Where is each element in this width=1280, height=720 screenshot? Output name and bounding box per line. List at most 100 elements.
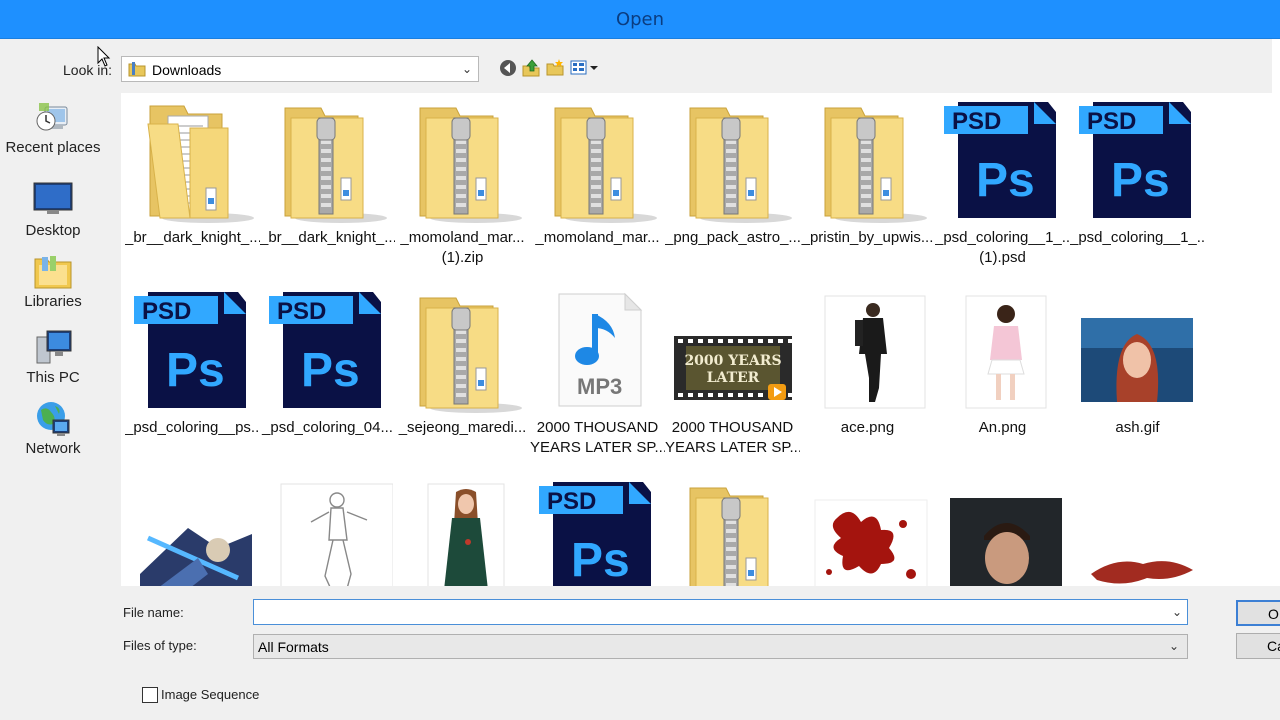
zip-folder-icon <box>668 478 798 586</box>
new-folder-button[interactable] <box>545 58 565 78</box>
psd-file-icon: PSD Ps <box>1073 98 1203 228</box>
file-item[interactable]: _sejeong_maredi... <box>395 288 530 438</box>
zip-folder-icon <box>803 98 933 228</box>
file-item[interactable]: PSD Ps _psd_coloring__1_... <box>1070 98 1205 248</box>
lookin-value: Downloads <box>152 62 222 78</box>
file-item[interactable]: An.png <box>935 288 1070 438</box>
filename-chevron-down-icon[interactable]: ⌄ <box>1168 603 1186 621</box>
file-item[interactable]: MP3 2000 THOUSAND YEARS LATER SP... <box>530 288 665 458</box>
svg-text:Ps: Ps <box>571 534 630 586</box>
zip-folder-icon <box>668 98 798 228</box>
file-item[interactable]: PSD Ps _psd_coloring__ps... <box>125 288 260 438</box>
file-item[interactable] <box>395 478 530 586</box>
svg-text:Ps: Ps <box>1111 154 1170 207</box>
folder-icon <box>128 98 258 228</box>
psd-file-icon: PSD Ps <box>533 478 663 586</box>
file-item[interactable] <box>800 478 935 586</box>
video-file-icon: 2000 YEARS LATER <box>668 288 798 418</box>
file-name: _momoland_mar... <box>535 229 660 246</box>
image-thumbnail-icon <box>128 478 258 586</box>
place-desktop[interactable]: Desktop <box>0 182 106 239</box>
psd-file-icon: PSD Ps <box>938 98 1068 228</box>
svg-text:PSD: PSD <box>1087 108 1136 135</box>
file-name: _br__dark_knight_... <box>125 229 260 246</box>
window-edge <box>1272 39 1280 93</box>
filetype-dropdown[interactable]: All Formats ⌄ <box>253 634 1188 659</box>
file-item[interactable]: _momoland_mar... <box>530 98 665 248</box>
file-item[interactable]: ace.png <box>800 288 935 438</box>
file-name-line2: (1).psd <box>979 249 1026 266</box>
file-item[interactable]: ash.gif <box>1070 288 1205 438</box>
svg-text:LATER: LATER <box>706 370 759 386</box>
svg-text:2000 YEARS: 2000 YEARS <box>684 353 781 369</box>
image-sequence-label: Image Sequence <box>161 687 260 702</box>
file-name: _psd_coloring__1_... <box>935 229 1070 246</box>
image-thumbnail-icon <box>398 478 528 586</box>
place-network[interactable]: Network <box>0 400 106 457</box>
place-label: This PC <box>26 369 80 386</box>
file-item[interactable]: PSD Ps _psd_coloring__1_... (1).psd <box>935 98 1070 268</box>
file-item[interactable] <box>260 478 395 586</box>
cancel-button[interactable]: Cancel <box>1236 633 1280 659</box>
back-arrow-icon <box>500 60 516 76</box>
file-name-line2: (1).zip <box>441 249 484 266</box>
folder-icon <box>128 61 146 77</box>
file-name: _psd_coloring__1_... <box>1070 229 1205 246</box>
up-folder-button[interactable] <box>521 58 541 78</box>
psd-file-icon: PSD Ps <box>263 288 393 418</box>
file-item[interactable]: 2000 YEARS LATER 2000 THOUSAND YEARS LATER … <box>665 288 800 458</box>
file-item[interactable]: _br__dark_knight_... <box>260 98 395 248</box>
file-item[interactable]: _png_pack_astro_... <box>665 98 800 248</box>
file-list[interactable]: _br__dark_knight_... _br__dark_knight_...… <box>121 93 1280 586</box>
image-sequence-checkbox[interactable] <box>142 687 158 703</box>
file-item[interactable] <box>665 478 800 586</box>
svg-text:MP3: MP3 <box>577 374 622 399</box>
network-icon <box>33 400 73 438</box>
new-folder-icon <box>546 59 564 76</box>
places-bar: Recent places Desktop Libraries This PC … <box>0 93 112 493</box>
back-button[interactable] <box>498 58 518 78</box>
title-bar: Open <box>0 0 1280 39</box>
svg-text:PSD: PSD <box>142 298 191 325</box>
file-name: _sejeong_maredi... <box>398 419 527 436</box>
desktop-icon <box>33 182 73 220</box>
this-pc-icon <box>33 329 73 367</box>
up-folder-icon <box>522 59 540 77</box>
chevron-down-icon[interactable]: ⌄ <box>1165 637 1183 655</box>
filetype-value: All Formats <box>258 639 329 655</box>
window-title: Open <box>615 9 665 30</box>
file-name: _br__dark_knight_... <box>260 229 395 246</box>
place-recent-places[interactable]: Recent places <box>0 99 106 156</box>
image-thumbnail-icon <box>938 478 1068 586</box>
place-libraries[interactable]: Libraries <box>0 253 106 310</box>
image-thumbnail-icon <box>803 288 933 418</box>
ok-button[interactable]: OK <box>1236 600 1280 626</box>
image-thumbnail-icon <box>1073 288 1203 418</box>
file-item[interactable]: PSD Ps _psd_coloring_04... <box>260 288 395 438</box>
file-item[interactable]: _br__dark_knight_... <box>125 98 260 248</box>
filename-input[interactable] <box>253 599 1188 625</box>
file-item[interactable]: _pristin_by_upwis... <box>800 98 935 248</box>
lookin-dropdown[interactable]: Downloads ⌄ <box>121 56 479 82</box>
place-this-pc[interactable]: This PC <box>0 329 106 386</box>
place-label: Desktop <box>25 222 81 239</box>
psd-file-icon: PSD Ps <box>128 288 258 418</box>
filetype-label: Files of type: <box>123 638 197 653</box>
file-item[interactable]: _momoland_mar... (1).zip <box>395 98 530 268</box>
filename-label: File name: <box>123 605 184 620</box>
svg-text:Ps: Ps <box>301 344 360 397</box>
file-name: _pristin_by_upwis... <box>801 229 934 246</box>
file-name: ash.gif <box>1115 419 1160 436</box>
zip-folder-icon <box>398 288 528 418</box>
view-menu-icon <box>570 60 598 75</box>
file-item[interactable] <box>935 478 1070 586</box>
file-name-line2: YEARS LATER SP... <box>530 439 665 456</box>
svg-text:PSD: PSD <box>547 488 596 515</box>
file-item[interactable]: PSD Ps <box>530 478 665 586</box>
view-menu-button[interactable] <box>570 58 600 78</box>
chevron-down-icon[interactable]: ⌄ <box>460 60 474 78</box>
file-item[interactable] <box>1070 478 1205 586</box>
zip-folder-icon <box>263 98 393 228</box>
image-thumbnail-icon <box>263 478 393 586</box>
file-item[interactable] <box>125 478 260 586</box>
